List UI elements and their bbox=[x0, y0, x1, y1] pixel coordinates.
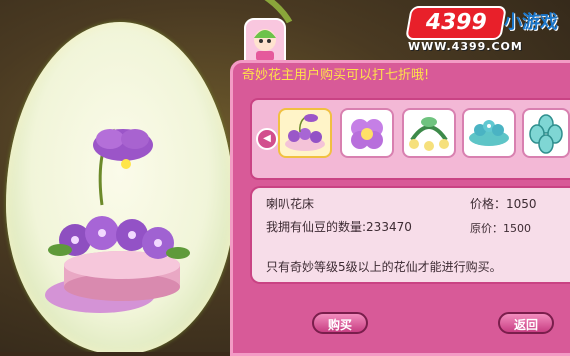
scroll-left-button[interactable]: ◀ bbox=[256, 128, 278, 150]
site-logo[interactable]: 4399 小游戏 WWW.4399.COM bbox=[404, 4, 570, 54]
shop-item-purple-flower[interactable] bbox=[340, 108, 394, 158]
back-button[interactable]: 返回 bbox=[498, 312, 554, 334]
green-vine-arch-icon bbox=[409, 117, 449, 151]
shop-item-blue-cluster[interactable] bbox=[462, 108, 516, 158]
shop-item-vine-arch[interactable] bbox=[402, 108, 456, 158]
flower-bed-preview-icon bbox=[45, 128, 190, 313]
shop-item-teal-leaf[interactable] bbox=[522, 108, 570, 158]
item-original-price: 原价：1500 bbox=[470, 222, 531, 235]
logo-brand: 4399 bbox=[405, 6, 507, 40]
fairy-avatar-icon bbox=[254, 29, 276, 61]
logo-tagline: 小游戏 bbox=[504, 12, 558, 33]
avatar bbox=[244, 18, 286, 66]
promo-banner: 奇妙花主用户购买可以打七折哦! bbox=[242, 68, 430, 83]
shop-item-flower-bed[interactable] bbox=[278, 108, 332, 158]
purple-flower-icon bbox=[351, 119, 383, 149]
item-price: 价格：1050 bbox=[470, 197, 537, 211]
flower-bed-icon bbox=[285, 114, 325, 151]
logo-url: WWW.4399.COM bbox=[408, 40, 523, 53]
item-name: 喇叭花床 bbox=[266, 197, 315, 211]
buy-button[interactable]: 购买 bbox=[312, 312, 368, 334]
teal-leaf-icon bbox=[529, 114, 563, 154]
blue-flower-cluster-icon bbox=[469, 120, 509, 146]
purchase-requirement: 只有奇妙等级5级以上的花仙才能进行购买。 bbox=[266, 260, 502, 274]
owned-beans: 我拥有仙豆的数量:233470 bbox=[266, 220, 412, 234]
